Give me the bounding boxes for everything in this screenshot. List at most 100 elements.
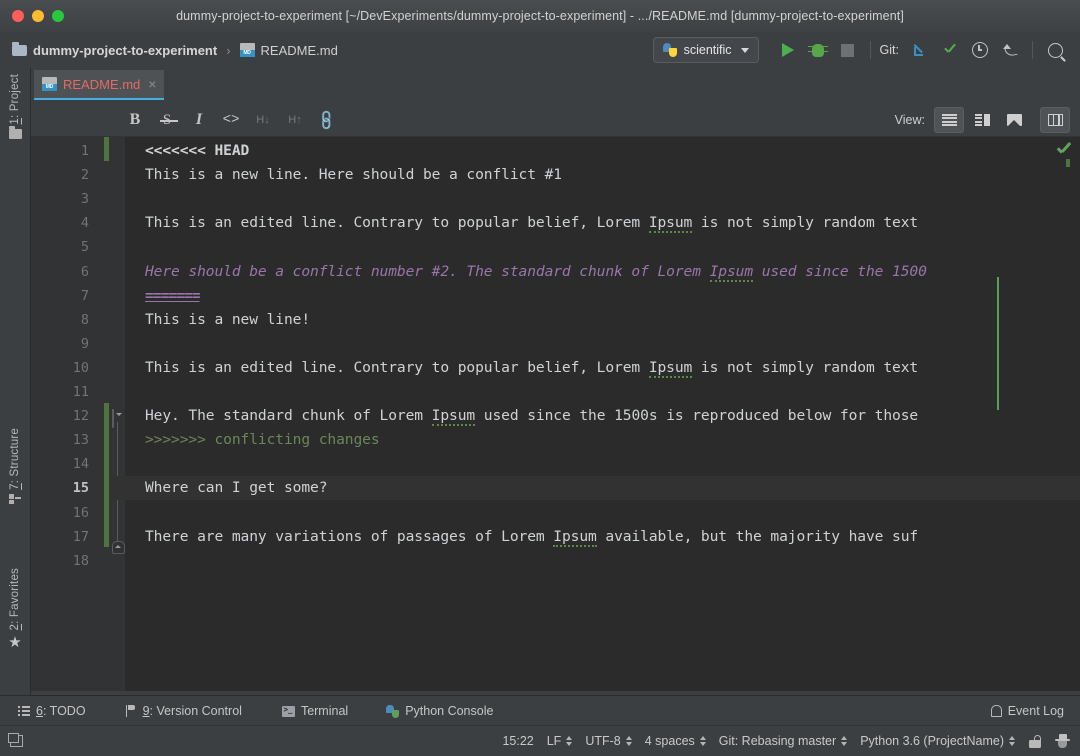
italic-button[interactable]: I: [183, 107, 215, 133]
sidebar-item-structure-label: 7: Structure: [9, 428, 21, 490]
bottom-item-version-control[interactable]: 9: Version Control: [125, 704, 242, 718]
history-button[interactable]: [965, 36, 995, 64]
link-button[interactable]: 🔗: [311, 107, 343, 133]
stepper-icon: [625, 736, 632, 746]
view-preview-only-button[interactable]: [1000, 108, 1028, 132]
editor-text-area[interactable]: <<<<<<< HEAD This is a new line. Here sho…: [111, 137, 1080, 691]
event-log-label: Event Log: [1007, 704, 1064, 718]
editor-line-row[interactable]: [111, 187, 1080, 211]
code-editor[interactable]: 1 2 3 4 5 6 7 8 9 10 11 12 13 14 15 16 17 18 <<<<<<< HEAD…: [31, 137, 1080, 691]
event-log-button[interactable]: Event Log: [990, 704, 1064, 718]
editor-tab-readme[interactable]: README.md ×: [34, 70, 165, 100]
sidebar-item-structure[interactable]: 7: Structure: [0, 428, 30, 504]
status-bar-left[interactable]: [8, 733, 23, 747]
code-token: available, but the majority have suf: [596, 527, 919, 545]
bottom-item-python-console[interactable]: Python Console: [386, 704, 493, 718]
close-icon[interactable]: ×: [148, 77, 156, 91]
debug-button[interactable]: [803, 36, 833, 64]
close-window-button[interactable]: [12, 10, 24, 22]
hector-inspection-icon[interactable]: [1055, 734, 1070, 748]
editor-line-row[interactable]: [111, 380, 1080, 404]
italic-icon: I: [195, 111, 203, 128]
editor-line-row[interactable]: [111, 549, 1080, 573]
toolbar-divider-2: [1032, 41, 1033, 59]
line-separator[interactable]: LF: [547, 734, 573, 748]
bottom-item-todo[interactable]: 6: TODO: [18, 704, 86, 718]
editor-line-text[interactable]: Here should be a conflict number #2. The…: [145, 260, 927, 284]
code-token: is not simply random text: [692, 358, 919, 376]
markdown-file-icon: [239, 43, 255, 57]
editor-line-row[interactable]: [111, 501, 1080, 525]
stop-button[interactable]: [833, 36, 863, 64]
editor-line-text[interactable]: This is a new line!: [145, 308, 310, 332]
nav-toolbar-actions: scientific Git:: [652, 36, 1080, 64]
commit-button[interactable]: [935, 36, 965, 64]
split-icon: [974, 114, 990, 126]
zoom-window-button[interactable]: [52, 10, 64, 22]
window-controls[interactable]: [12, 10, 64, 22]
bottom-item-terminal[interactable]: Terminal: [281, 704, 348, 718]
heading-down-icon: H↓: [256, 114, 270, 126]
indent-setting[interactable]: 4 spaces: [645, 734, 706, 748]
bottom-item-version-control-label: 9: Version Control: [142, 704, 242, 718]
editor-line-text[interactable]: =======: [145, 284, 201, 308]
minimize-window-button[interactable]: [32, 10, 44, 22]
status-bar: 15:22 LF UTF-8 4 spaces Git: Rebasing ma…: [0, 725, 1080, 756]
editor-line-text[interactable]: This is an edited line. Contrary to popu…: [145, 211, 918, 235]
search-everywhere-button[interactable]: [1040, 36, 1070, 64]
run-button[interactable]: [773, 36, 803, 64]
line-number: 5: [80, 239, 89, 256]
code-token: This is an edited line. Contrary to popu…: [145, 214, 649, 232]
todo-list-icon: [18, 706, 30, 716]
editor-gutter[interactable]: 1 2 3 4 5 6 7 8 9 10 11 12 13 14 15 16 17 18: [31, 137, 103, 691]
code-token: used since the 1500s is reproduced below…: [475, 407, 919, 425]
editor-line-text[interactable]: This is a new line. Here should be a con…: [145, 163, 562, 187]
editor-line-row[interactable]: [111, 452, 1080, 476]
sidebar-item-project[interactable]: 1: Project: [0, 74, 30, 139]
editor-line-row[interactable]: [111, 139, 1080, 163]
undo-icon: [1003, 44, 1017, 56]
code-button[interactable]: <>: [215, 107, 247, 133]
breadcrumb[interactable]: dummy-project-to-experiment › README.md: [12, 41, 338, 58]
stack-icon[interactable]: [8, 733, 23, 747]
run-configuration-selector[interactable]: scientific: [652, 37, 759, 63]
breadcrumb-item-file[interactable]: README.md: [261, 43, 338, 58]
unlocked-padlock-icon[interactable]: [1029, 734, 1041, 748]
update-project-button[interactable]: [905, 36, 935, 64]
bold-button[interactable]: B: [119, 107, 151, 133]
file-encoding[interactable]: UTF-8: [585, 734, 632, 748]
change-marker[interactable]: [104, 137, 109, 161]
sidebar-item-favorites[interactable]: 2: Favorites ★: [0, 568, 30, 650]
view-editor-only-button[interactable]: [934, 107, 964, 133]
heading-down-button[interactable]: H↓: [247, 107, 279, 133]
rollback-button[interactable]: [995, 36, 1025, 64]
line-number: 13: [72, 432, 89, 449]
heading-up-button[interactable]: H↑: [279, 107, 311, 133]
editor-line-text[interactable]: Where can I get some?: [145, 476, 328, 500]
stepper-icon: [841, 736, 848, 746]
strikethrough-button[interactable]: S: [151, 107, 183, 133]
editor-line-row[interactable]: [111, 235, 1080, 259]
folder-icon: [12, 41, 27, 56]
star-icon: ★: [8, 633, 22, 651]
python-interpreter[interactable]: Python 3.6 (ProjectName): [860, 734, 1015, 748]
view-editor-preview-button[interactable]: [968, 108, 996, 132]
editor-line-text[interactable]: This is an edited line. Contrary to popu…: [145, 356, 918, 380]
editor-line-text[interactable]: Hey. The standard chunk of Lorem Ipsum u…: [145, 404, 918, 428]
line-number: 17: [72, 528, 89, 545]
editor-line-row[interactable]: [111, 332, 1080, 356]
chevron-down-icon: [740, 47, 749, 53]
change-marker[interactable]: [104, 403, 109, 547]
code-token: Ipsum: [648, 214, 693, 234]
view-columns-button[interactable]: [1040, 107, 1070, 133]
git-branch[interactable]: Git: Rebasing master: [719, 734, 848, 748]
editor-line-text[interactable]: <<<<<<< HEAD: [145, 139, 249, 163]
left-tool-strip: 1: Project 7: Structure 2: Favorites ★: [0, 68, 31, 695]
line-number: 4: [80, 215, 89, 232]
caret-position[interactable]: 15:22: [502, 734, 533, 748]
sidebar-item-favorites-label: 2: Favorites: [9, 568, 21, 631]
editor-line-text[interactable]: There are many variations of passages of…: [145, 525, 918, 549]
breadcrumb-item-project[interactable]: dummy-project-to-experiment: [33, 43, 217, 58]
editor-line-row[interactable]: [111, 284, 1080, 308]
editor-line-text[interactable]: >>>>>>> conflicting changes: [145, 428, 380, 452]
